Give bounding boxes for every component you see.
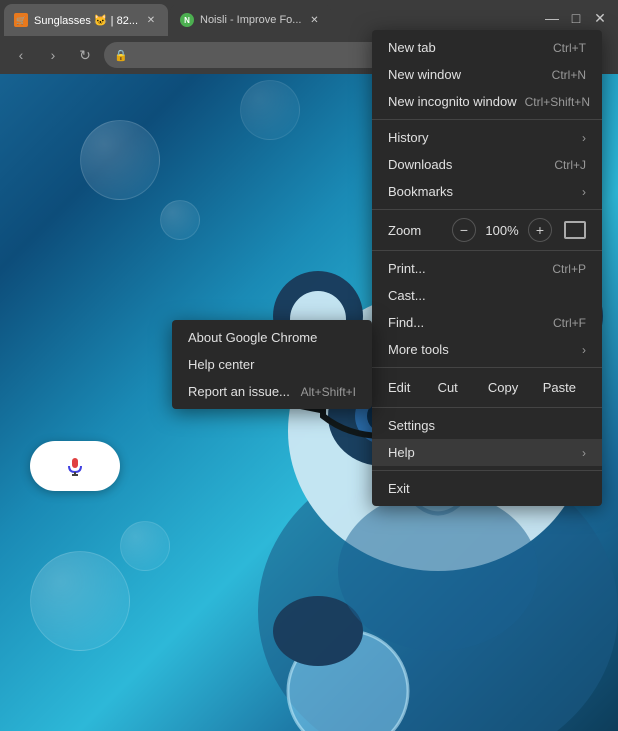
copy-button[interactable]: Copy [477,376,528,399]
zoom-controls: − 100% + [452,218,586,242]
bubble-1 [80,120,160,200]
zoom-row: Zoom − 100% + [372,214,602,246]
mic-icon[interactable] [63,454,87,478]
fullscreen-button[interactable] [564,221,586,239]
menu-item-settings[interactable]: Settings [372,412,602,439]
tab-2-close[interactable]: ✕ [307,13,321,27]
back-button[interactable]: ‹ [8,42,34,68]
separator-4 [372,367,602,368]
tab-2-icon: N [180,13,194,27]
zoom-value: 100% [484,223,520,238]
tab-1-close[interactable]: ✕ [144,13,158,27]
secure-icon: 🔒 [114,49,128,62]
help-submenu: About Google Chrome Help center Report a… [172,320,372,409]
menu-item-cast[interactable]: Cast... [372,282,602,309]
menu-item-more-tools[interactable]: More tools › [372,336,602,363]
separator-1 [372,119,602,120]
chrome-menu: New tab Ctrl+T New window Ctrl+N New inc… [372,30,602,506]
tab-1[interactable]: 🛒 Sunglasses 🐱 | 82... ✕ [4,4,168,36]
zoom-out-button[interactable]: − [452,218,476,242]
separator-6 [372,470,602,471]
menu-item-incognito[interactable]: New incognito window Ctrl+Shift+N [372,88,602,115]
menu-item-exit[interactable]: Exit [372,475,602,502]
maximize-button[interactable]: □ [566,8,586,28]
menu-item-help[interactable]: Help › [372,439,602,466]
menu-item-bookmarks[interactable]: Bookmarks › [372,178,602,205]
menu-item-print[interactable]: Print... Ctrl+P [372,255,602,282]
edit-row: Edit Cut Copy Paste [372,372,602,403]
forward-button[interactable]: › [40,42,66,68]
google-search-bar [30,441,120,491]
zoom-in-button[interactable]: + [528,218,552,242]
cut-button[interactable]: Cut [422,376,473,399]
bubble-5 [120,521,170,571]
bubble-4 [30,551,130,651]
reload-button[interactable]: ↻ [72,42,98,68]
url-input[interactable]: 🔒 ☆ [104,42,396,68]
tab-1-label: Sunglasses 🐱 | 82... [34,14,138,27]
help-report-issue[interactable]: Report an issue... Alt+Shift+I [172,378,372,405]
tab-2[interactable]: N Noisli - Improve Fo... ✕ [170,4,331,36]
close-button[interactable]: ✕ [590,8,610,28]
menu-item-history[interactable]: History › [372,124,602,151]
help-center[interactable]: Help center [172,351,372,378]
separator-2 [372,209,602,210]
tab-2-label: Noisli - Improve Fo... [200,14,301,26]
minimize-button[interactable]: — [542,8,562,28]
microphone-svg [65,456,85,476]
separator-5 [372,407,602,408]
tab-1-icon: 🛒 [14,13,28,27]
separator-3 [372,250,602,251]
menu-item-find[interactable]: Find... Ctrl+F [372,309,602,336]
search-bar[interactable] [30,441,120,491]
menu-item-new-window[interactable]: New window Ctrl+N [372,61,602,88]
bubble-3 [240,80,300,140]
menu-item-downloads[interactable]: Downloads Ctrl+J [372,151,602,178]
help-about-chrome[interactable]: About Google Chrome [172,324,372,351]
bubble-2 [160,200,200,240]
paste-button[interactable]: Paste [533,376,586,399]
menu-item-new-tab[interactable]: New tab Ctrl+T [372,34,602,61]
